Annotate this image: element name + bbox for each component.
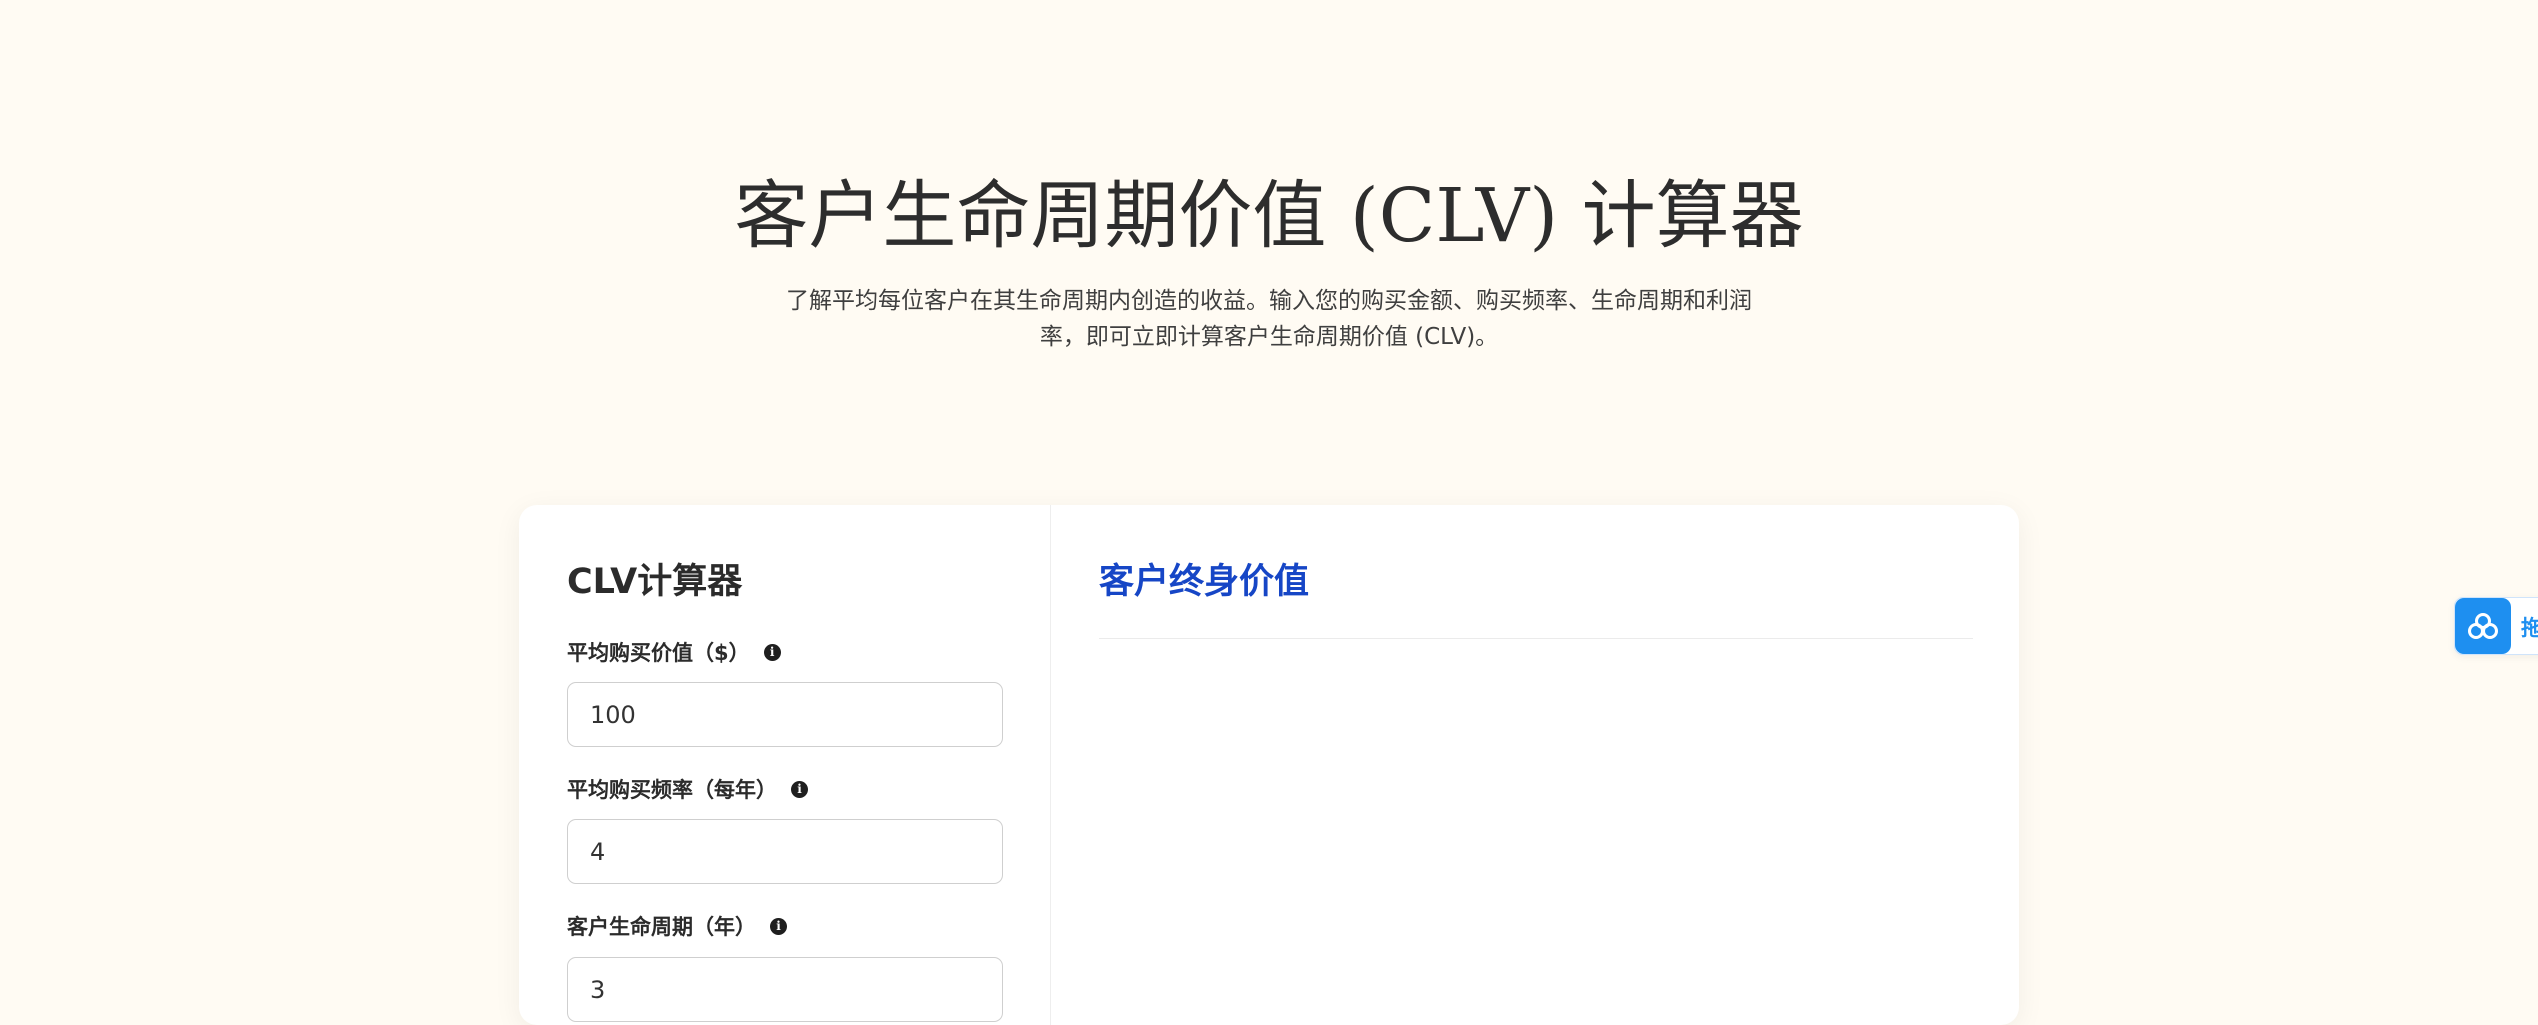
purchase-frequency-label: 平均购买频率（每年） i: [567, 774, 808, 804]
info-icon[interactable]: i: [770, 917, 787, 935]
info-icon[interactable]: i: [763, 643, 781, 661]
calculator-card: CLV计算器 平均购买价值（$） i 平均购买频率（每年） i 客户生命周期（年…: [519, 505, 2019, 1025]
customer-lifespan-label: 客户生命周期（年） i: [567, 911, 787, 941]
calculator-title: CLV计算器: [567, 562, 743, 602]
info-icon[interactable]: i: [791, 780, 808, 798]
result-divider: [1099, 638, 1973, 639]
customer-lifespan-label-text: 客户生命周期（年）: [567, 915, 756, 939]
purchase-frequency-label-text: 平均购买频率（每年）: [567, 778, 777, 802]
link-rings-icon[interactable]: [2455, 598, 2511, 654]
floating-widget-label[interactable]: 拖: [2521, 612, 2538, 642]
purchase-value-label-text: 平均购买价值（$）: [567, 641, 750, 665]
purchase-value-input[interactable]: [567, 682, 1003, 747]
result-panel: 客户终身价值: [1051, 505, 2019, 1025]
page-subtitle: 了解平均每位客户在其生命周期内创造的收益。输入您的购买金额、购买频率、生命周期和…: [786, 288, 1752, 350]
result-title: 客户终身价值: [1099, 562, 1310, 602]
input-panel: CLV计算器 平均购买价值（$） i 平均购买频率（每年） i 客户生命周期（年…: [519, 505, 1051, 1025]
floating-widget[interactable]: 拖: [2454, 597, 2538, 655]
page-title: 客户生命周期价值 (CLV) 计算器: [734, 173, 1804, 259]
customer-lifespan-input[interactable]: [567, 957, 1003, 1022]
purchase-value-label: 平均购买价值（$） i: [567, 637, 781, 667]
purchase-frequency-input[interactable]: [567, 819, 1003, 884]
